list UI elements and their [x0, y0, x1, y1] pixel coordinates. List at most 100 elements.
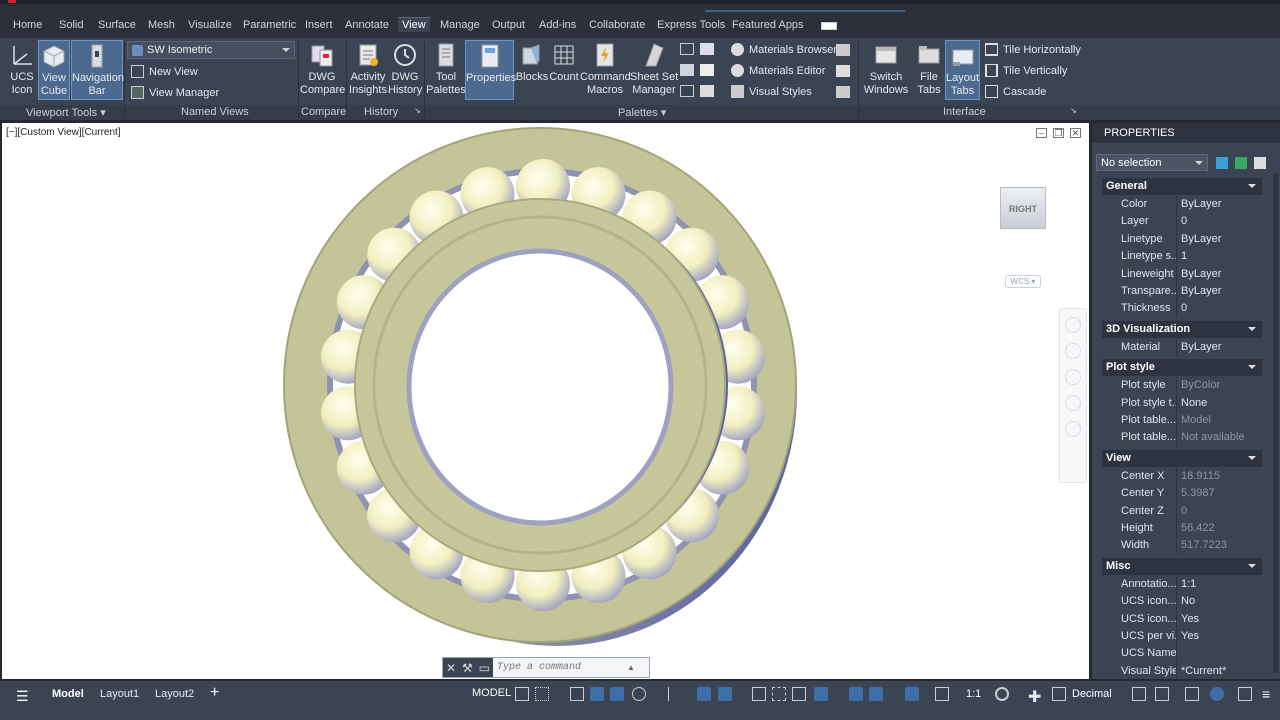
- cascade-button[interactable]: Cascade: [985, 85, 1046, 98]
- ortho-icon[interactable]: [610, 687, 624, 701]
- property-row[interactable]: Color ByLayer: [1114, 196, 1262, 213]
- selection-filter-icon[interactable]: [869, 687, 883, 701]
- tab-output[interactable]: Output: [492, 19, 525, 31]
- layout-tab-model[interactable]: Model: [52, 688, 84, 700]
- panel-label-viewport-tools[interactable]: Viewport Tools ▾: [26, 106, 106, 119]
- property-row[interactable]: Layer 0: [1114, 213, 1262, 231]
- lineweight-icon[interactable]: [752, 687, 766, 701]
- tab-manage[interactable]: Manage: [440, 19, 480, 31]
- property-row[interactable]: Height 56.422: [1114, 520, 1262, 537]
- command-macros-button[interactable]: Command Macros: [580, 42, 631, 100]
- tab-home[interactable]: Home: [13, 19, 42, 31]
- tab-insert[interactable]: Insert: [305, 19, 333, 31]
- property-row[interactable]: Plot style t... None: [1114, 394, 1262, 412]
- customize-wrench-icon[interactable]: ⚒: [462, 661, 473, 675]
- tab-collaborate[interactable]: Collaborate: [589, 19, 645, 31]
- layout-tab-layout2[interactable]: Layout2: [155, 688, 194, 700]
- tab-featured-apps[interactable]: Featured Apps: [732, 19, 804, 31]
- customization-icon[interactable]: ≡: [1262, 686, 1270, 702]
- recent-commands-icon[interactable]: ▭: [479, 661, 490, 675]
- named-view-dropdown[interactable]: SW Isometric: [127, 41, 295, 59]
- showmotion-icon[interactable]: [1065, 421, 1081, 437]
- object-snap-tracking-icon[interactable]: [697, 687, 711, 701]
- tab-annotate[interactable]: Annotate: [345, 19, 389, 31]
- lock-ui-icon[interactable]: [1155, 687, 1169, 701]
- navigation-bar-button[interactable]: Navigation Bar: [71, 40, 124, 100]
- palettes-small-icon-5[interactable]: [680, 85, 694, 97]
- tab-surface[interactable]: Surface: [98, 19, 136, 31]
- tab-parametric[interactable]: Parametric: [243, 19, 296, 31]
- workspace-gear-icon[interactable]: [995, 687, 1009, 701]
- property-row[interactable]: UCS icon... No: [1114, 593, 1262, 611]
- command-input[interactable]: [497, 662, 627, 673]
- annotation-visibility-icon[interactable]: [935, 687, 949, 701]
- properties-section-3d-visualization[interactable]: 3D Visualization: [1102, 320, 1262, 338]
- selection-cycling-icon[interactable]: [792, 687, 806, 701]
- count-button[interactable]: Count: [549, 42, 579, 100]
- materials-browser-button[interactable]: Materials Browser: [731, 43, 837, 56]
- tile-vertically-button[interactable]: Tile Vertically: [985, 64, 1067, 77]
- activity-insights-button[interactable]: Activity Insights: [348, 42, 388, 100]
- palettes-extra-icon-3[interactable]: [836, 86, 850, 98]
- properties-section-plot-style[interactable]: Plot style: [1102, 359, 1262, 377]
- tab-express-tools[interactable]: Express Tools: [657, 19, 725, 31]
- tab-view[interactable]: View: [398, 17, 430, 32]
- tab-solid[interactable]: Solid: [59, 19, 83, 31]
- property-row[interactable]: Width 517.7223: [1114, 537, 1262, 555]
- property-row[interactable]: Plot style ByColor: [1114, 377, 1262, 395]
- units-dropdown[interactable]: Decimal: [1072, 688, 1112, 700]
- tool-palettes-button[interactable]: Tool Palettes: [426, 42, 466, 100]
- palettes-small-icon-4[interactable]: [700, 64, 714, 76]
- materials-editor-button[interactable]: Materials Editor: [731, 64, 825, 77]
- chevron-up-icon[interactable]: ▲: [627, 663, 635, 672]
- infer-constraints-icon[interactable]: [570, 687, 584, 701]
- sheet-set-manager-button[interactable]: Sheet Set Manager: [630, 42, 678, 100]
- isolate-objects-icon[interactable]: [1185, 687, 1199, 701]
- tab-add-ins[interactable]: Add-ins: [539, 19, 576, 31]
- transparency-icon[interactable]: [772, 687, 786, 701]
- palettes-extra-icon-1[interactable]: [836, 44, 850, 56]
- interface-panel-launcher-icon[interactable]: ↘: [1070, 106, 1077, 115]
- dynamic-ucs-icon[interactable]: [849, 687, 863, 701]
- units-icon[interactable]: [1052, 687, 1066, 701]
- ribbon-options-icon[interactable]: [821, 22, 837, 30]
- property-row[interactable]: Material ByLayer: [1114, 338, 1262, 356]
- zoom-extents-icon[interactable]: [1065, 369, 1081, 385]
- select-objects-icon[interactable]: [1235, 157, 1247, 169]
- quick-properties-icon[interactable]: [1132, 687, 1146, 701]
- switch-windows-button[interactable]: Switch Windows: [862, 42, 910, 100]
- palettes-extra-icon-2[interactable]: [836, 65, 850, 77]
- dwg-history-button[interactable]: DWG History: [388, 42, 422, 100]
- dynamic-input-icon[interactable]: [590, 687, 604, 701]
- properties-scrollbar[interactable]: [1273, 173, 1278, 673]
- property-row[interactable]: Lineweight ByLayer: [1114, 265, 1262, 283]
- 3d-osnap-icon[interactable]: [814, 687, 828, 701]
- property-row[interactable]: Annotatio... 1:1: [1114, 575, 1262, 593]
- toggle-pickadd-icon[interactable]: [1216, 157, 1228, 169]
- menu-icon[interactable]: ☰: [16, 688, 29, 705]
- panel-label-palettes[interactable]: Palettes ▾: [618, 106, 666, 119]
- grid-icon[interactable]: [515, 687, 529, 701]
- palettes-small-icon-1[interactable]: [680, 43, 694, 55]
- property-row[interactable]: Linetype s... 1: [1114, 248, 1262, 266]
- selection-dropdown[interactable]: No selection: [1096, 154, 1208, 171]
- property-row[interactable]: UCS icon... Yes: [1114, 610, 1262, 628]
- property-row[interactable]: Transpare... ByLayer: [1114, 283, 1262, 300]
- tab-mesh[interactable]: Mesh: [148, 19, 175, 31]
- clean-screen-icon[interactable]: [1238, 687, 1252, 701]
- property-row[interactable]: Center X 18.9115: [1114, 467, 1262, 485]
- tab-visualize[interactable]: Visualize: [188, 19, 232, 31]
- polar-tracking-icon[interactable]: [632, 687, 646, 701]
- annotation-scale[interactable]: 1:1: [966, 688, 981, 700]
- property-row[interactable]: Center Z 0: [1114, 502, 1262, 520]
- viewcube[interactable]: RIGHT: [1000, 187, 1046, 229]
- pan-icon[interactable]: [1065, 343, 1081, 359]
- property-row[interactable]: Plot table... Not available: [1114, 429, 1262, 447]
- property-row[interactable]: UCS per vi... Yes: [1114, 628, 1262, 645]
- model-viewport[interactable]: [−][Custom View][Current] – ❐ ✕ RIGHT WC…: [2, 123, 1089, 679]
- palettes-small-icon-2[interactable]: [700, 43, 714, 55]
- quick-select-icon[interactable]: [1254, 157, 1266, 169]
- layout-tab-layout1[interactable]: Layout1: [100, 688, 139, 700]
- object-snap-icon[interactable]: [718, 687, 732, 701]
- layout-tabs-button[interactable]: Layout Tabs: [945, 40, 980, 100]
